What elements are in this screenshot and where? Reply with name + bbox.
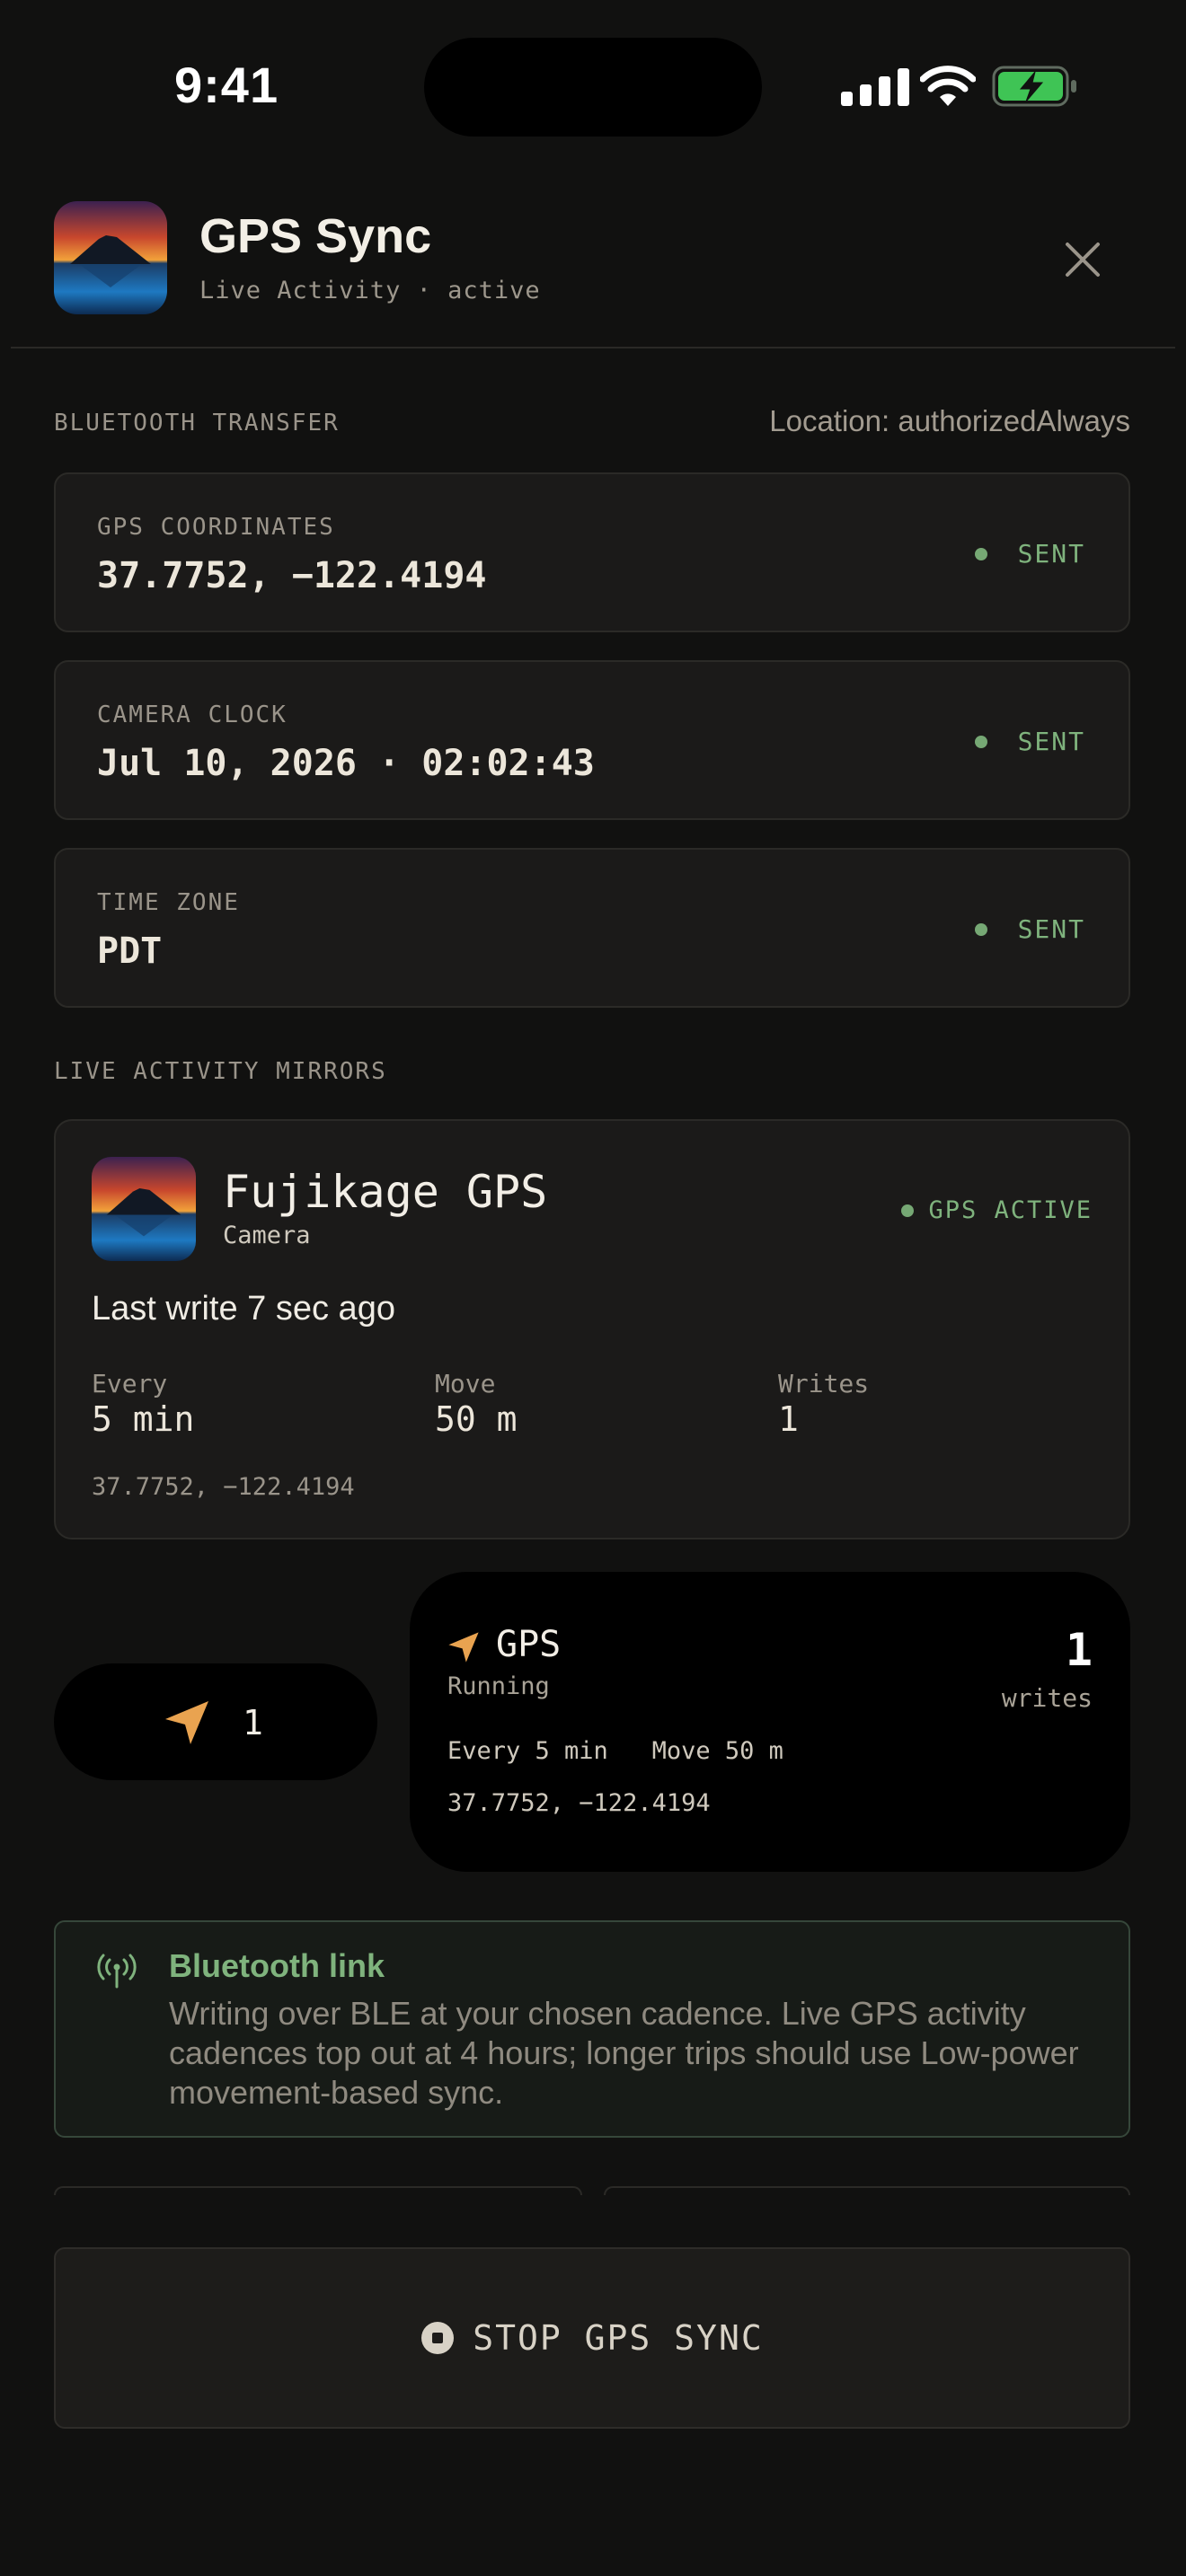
stat-value-every: 5 min bbox=[92, 1399, 195, 1439]
location-status: Location: authorizedAlways bbox=[769, 404, 1130, 437]
antenna-icon bbox=[97, 1954, 137, 1989]
compact-island-preview: 1 bbox=[54, 1663, 377, 1780]
field-value: Jul 10, 2026 · 02:02:43 bbox=[97, 743, 595, 784]
activity-subtitle: Camera bbox=[223, 1222, 311, 1249]
status-dot bbox=[974, 547, 987, 560]
transfer-row-clock: CAMERA CLOCK Jul 10, 2026 · 02:02:43 SEN… bbox=[54, 660, 1130, 820]
transfer-row-gps: GPS COORDINATES 37.7752, −122.4194 SENT bbox=[54, 472, 1130, 632]
field-value: PDT bbox=[97, 931, 163, 972]
stat-value-move: 50 m bbox=[435, 1399, 518, 1439]
signal-icon bbox=[841, 68, 909, 106]
notice-body: Writing over BLE at your chosen cadence.… bbox=[169, 1995, 1079, 2111]
expanded-title: GPS bbox=[496, 1624, 562, 1665]
expanded-count: 1 bbox=[1065, 1624, 1093, 1676]
expanded-coords: 37.7752, −122.4194 bbox=[447, 1789, 711, 1817]
compact-count: 1 bbox=[243, 1703, 263, 1742]
stat-label-writes: Writes bbox=[778, 1369, 870, 1398]
wifi-icon bbox=[920, 66, 976, 106]
status-text: SENT bbox=[1017, 914, 1085, 944]
location-arrow-icon bbox=[448, 1632, 479, 1663]
dynamic-island bbox=[424, 38, 762, 137]
live-activity-card: Fujikage GPS Camera GPS ACTIVE Last writ… bbox=[54, 1119, 1130, 1539]
expanded-count-label: writes bbox=[1001, 1683, 1093, 1713]
field-label: GPS COORDINATES bbox=[97, 514, 335, 541]
status-dot bbox=[974, 735, 987, 748]
activity-title: Fujikage GPS bbox=[223, 1166, 548, 1218]
field-label: CAMERA CLOCK bbox=[97, 701, 288, 728]
status-badge: SENT bbox=[974, 914, 1085, 944]
header-divider bbox=[11, 347, 1175, 348]
expanded-state: Running bbox=[447, 1672, 550, 1700]
stop-button-label: STOP GPS SYNC bbox=[473, 2318, 764, 2358]
status-text: SENT bbox=[1017, 727, 1085, 756]
section-label-bluetooth: BLUETOOTH TRANSFER bbox=[54, 410, 340, 437]
status-dot bbox=[974, 922, 987, 936]
stat-label-move: Move bbox=[435, 1369, 496, 1398]
stop-icon bbox=[421, 2322, 455, 2354]
activity-coords: 37.7752, −122.4194 bbox=[92, 1473, 355, 1501]
notice-title: Bluetooth link bbox=[169, 1947, 385, 1984]
camera-app-icon bbox=[92, 1157, 196, 1261]
battery-charging-icon bbox=[992, 66, 1076, 107]
badge-text: GPS ACTIVE bbox=[928, 1196, 1093, 1224]
status-text: SENT bbox=[1017, 539, 1085, 569]
field-value: 37.7752, −122.4194 bbox=[97, 555, 487, 596]
transfer-row-timezone: TIME ZONE PDT SENT bbox=[54, 848, 1130, 1008]
section-label-mirrors: LIVE ACTIVITY MIRRORS bbox=[54, 1058, 387, 1085]
partial-card-left bbox=[54, 2186, 582, 2195]
partial-card-right bbox=[604, 2186, 1130, 2195]
expanded-detail: Every 5 min Move 50 m bbox=[447, 1737, 783, 1765]
app-icon bbox=[54, 201, 167, 314]
app-title: GPS Sync bbox=[199, 209, 432, 263]
expanded-island-preview: GPS Running 1 writes Every 5 min Move 50… bbox=[410, 1572, 1130, 1872]
status-time: 9:41 bbox=[174, 57, 279, 113]
stat-label-every: Every bbox=[92, 1369, 168, 1398]
stat-value-writes: 1 bbox=[778, 1399, 799, 1439]
location-arrow-icon bbox=[165, 1701, 208, 1744]
close-button[interactable] bbox=[1055, 232, 1111, 287]
status-dot bbox=[901, 1204, 915, 1217]
status-badge: SENT bbox=[974, 539, 1085, 569]
field-label: TIME ZONE bbox=[97, 889, 240, 916]
app-subtitle: Live Activity · active bbox=[199, 277, 541, 304]
stop-gps-sync-button[interactable]: STOP GPS SYNC bbox=[54, 2247, 1130, 2429]
close-icon bbox=[1066, 243, 1100, 277]
bluetooth-link-notice: Bluetooth link Writing over BLE at your … bbox=[54, 1920, 1130, 2138]
gps-active-badge: GPS ACTIVE bbox=[901, 1196, 1093, 1224]
status-badge: SENT bbox=[974, 727, 1085, 756]
last-write: Last write 7 sec ago bbox=[92, 1290, 395, 1328]
